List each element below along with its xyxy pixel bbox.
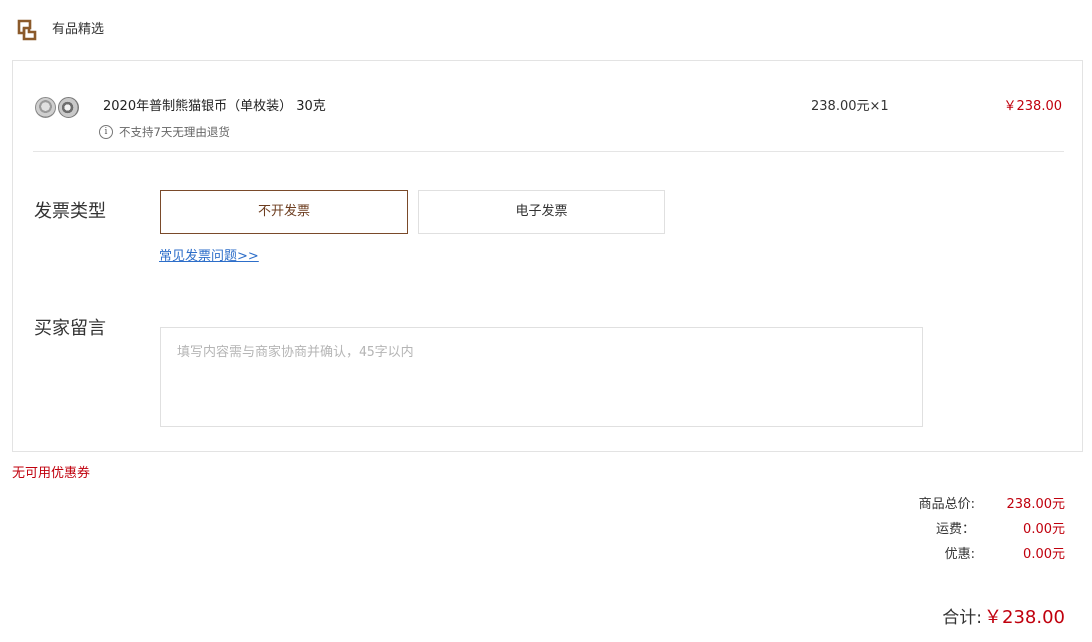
brand-logo-icon [17, 19, 37, 41]
no-invoice-option[interactable]: 不开发票 [160, 190, 408, 234]
info-icon: i [99, 125, 113, 139]
shop-name[interactable]: 有品精选 [52, 20, 104, 40]
shipping-row: 运费： 0.00元 [895, 515, 1065, 540]
shipping-label: 运费： [935, 522, 975, 537]
invoice-type-label: 发票类型 [34, 201, 106, 222]
subtotal-row: 商品总价: 238.00元 [895, 490, 1065, 515]
order-confirmation-page: 有品精选 2020年普制熊猫银币（单枚装） 30克 i 不支持7天无理由退货 2… [0, 0, 1092, 642]
product-thumbnails[interactable] [35, 97, 81, 118]
coin-front-thumbnail[interactable] [35, 97, 56, 118]
coupon-status: 无可用优惠券 [12, 466, 91, 481]
discount-row: 优惠: 0.00元 [895, 540, 1065, 565]
product-row: 2020年普制熊猫银币（单枚装） 30克 i 不支持7天无理由退货 238.00… [33, 61, 1064, 152]
return-policy-note: i 不支持7天无理由退货 [99, 124, 230, 140]
coin-back-thumbnail[interactable] [58, 97, 79, 118]
return-policy-text: 不支持7天无理由退货 [119, 125, 230, 139]
subtotal-value: 238.00元 [1006, 497, 1066, 512]
discount-value: 0.00元 [1023, 547, 1065, 562]
shipping-value: 0.00元 [1023, 522, 1065, 537]
price-summary: 商品总价: 238.00元 运费： 0.00元 优惠: 0.00元 [895, 490, 1065, 565]
buyer-message-input[interactable] [160, 327, 923, 427]
product-line-total: ￥238.00 [1003, 99, 1063, 114]
e-invoice-option[interactable]: 电子发票 [418, 190, 665, 234]
grand-total: 合计: ￥238.00 [942, 603, 1065, 629]
subtotal-label: 商品总价: [918, 497, 975, 512]
buyer-message-label: 买家留言 [34, 318, 106, 339]
unit-price-quantity: 238.00元×1 [811, 99, 889, 114]
invoice-faq-link[interactable]: 常见发票问题>> [159, 247, 259, 267]
grand-total-label: 合计: [942, 608, 983, 628]
grand-total-value: ￥238.00 [984, 607, 1065, 628]
product-title[interactable]: 2020年普制熊猫银币（单枚装） 30克 [103, 97, 326, 117]
discount-label: 优惠: [944, 547, 975, 562]
order-details-panel: 2020年普制熊猫银币（单枚装） 30克 i 不支持7天无理由退货 238.00… [12, 60, 1083, 452]
shop-header: 有品精选 [16, 18, 104, 42]
